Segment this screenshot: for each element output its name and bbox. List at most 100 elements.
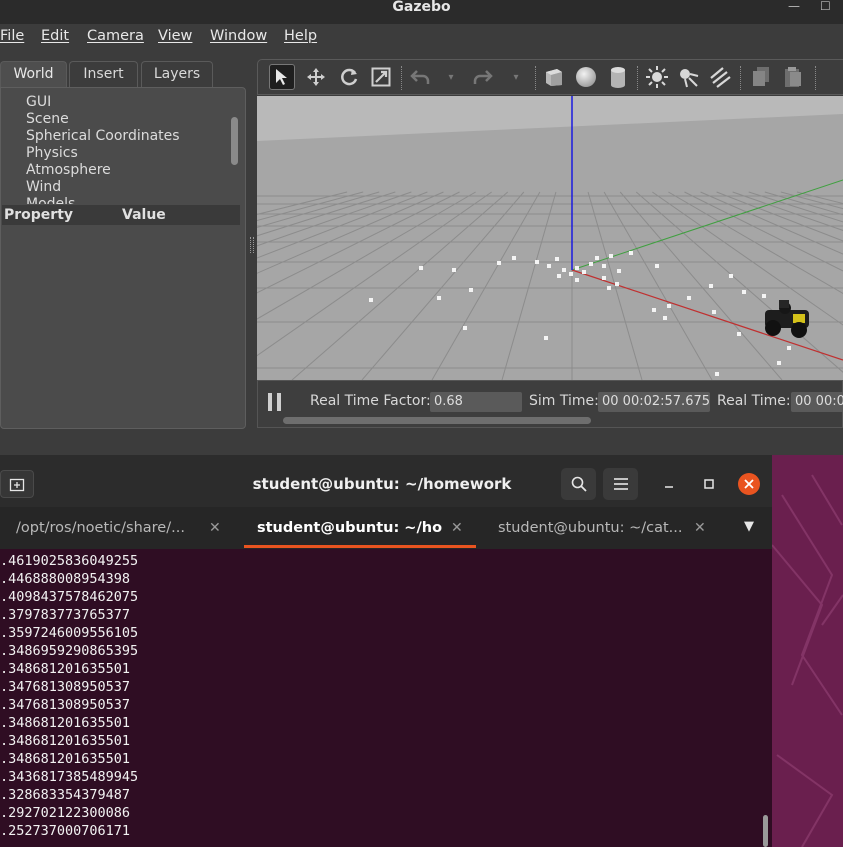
scatter-box <box>602 276 606 280</box>
terminal-scrollbar[interactable] <box>763 815 768 847</box>
terminal-line: .347681308950537 <box>0 697 131 713</box>
redo-icon[interactable] <box>470 64 496 90</box>
hamburger-menu-icon[interactable] <box>603 468 638 500</box>
spot-light-icon[interactable] <box>675 64 701 90</box>
terminal-header: student@ubuntu: ~/homework <box>0 461 772 507</box>
scatter-box <box>452 268 456 272</box>
scatter-box <box>575 278 579 282</box>
undo-icon[interactable] <box>407 64 433 90</box>
minimize-icon[interactable] <box>658 473 680 495</box>
scene-render <box>257 96 843 380</box>
scatter-box <box>437 296 441 300</box>
scatter-box <box>615 282 619 286</box>
minimize-icon[interactable]: — <box>788 0 800 12</box>
scatter-box <box>589 262 593 266</box>
copy-icon[interactable] <box>748 64 774 90</box>
tree-item-scene[interactable]: Scene <box>26 111 69 127</box>
tree-item-gui[interactable]: GUI <box>26 94 51 110</box>
tree-scrollbar[interactable] <box>231 117 238 165</box>
scatter-box <box>547 264 551 268</box>
tabs-dropdown-icon[interactable]: ▼ <box>744 519 754 534</box>
new-tab-icon[interactable] <box>0 470 34 498</box>
undo-history-icon[interactable]: ▾ <box>438 64 464 90</box>
select-arrow-icon[interactable] <box>269 64 295 90</box>
tree-item-wind[interactable]: Wind <box>26 179 61 195</box>
terminal-tab-ros-share[interactable]: /opt/ros/noetic/share/... <box>16 507 196 549</box>
scatter-box <box>557 274 561 278</box>
maximize-icon[interactable]: ☐ <box>820 0 831 12</box>
sim-time-label: Sim Time: <box>529 393 599 409</box>
scatter-box <box>617 269 621 273</box>
terminal-line: .348681201635501 <box>0 715 131 731</box>
close-icon[interactable] <box>738 473 760 495</box>
tab-world[interactable]: World <box>0 61 67 87</box>
scatter-box <box>369 298 373 302</box>
redo-history-icon[interactable]: ▾ <box>503 64 529 90</box>
menu-edit[interactable]: Edit <box>41 28 69 44</box>
menu-help[interactable]: Help <box>284 28 317 44</box>
scatter-box <box>512 256 516 260</box>
scatter-box <box>555 257 559 261</box>
desktop-wallpaper <box>772 455 843 847</box>
tree-item-atmosphere[interactable]: Atmosphere <box>26 162 111 178</box>
real-time-label: Real Time: <box>717 393 791 409</box>
menu-window[interactable]: Window <box>210 28 267 44</box>
pause-icon[interactable] <box>268 393 282 411</box>
rotate-icon[interactable] <box>336 64 362 90</box>
scatter-box <box>715 372 719 376</box>
panel-splitter-handle[interactable] <box>250 237 254 253</box>
terminal-line: .446888008954398 <box>0 571 131 587</box>
translate-icon[interactable] <box>303 64 329 90</box>
tab-insert[interactable]: Insert <box>69 61 138 87</box>
terminal-tab-cat[interactable]: student@ubuntu: ~/cat... <box>498 507 684 549</box>
box-icon[interactable] <box>541 64 567 90</box>
sim-time-value: 00 00:02:57.675 <box>598 392 710 412</box>
scatter-box <box>595 256 599 260</box>
scatter-box <box>582 270 586 274</box>
scale-icon[interactable] <box>368 64 394 90</box>
cylinder-icon[interactable] <box>605 64 631 90</box>
scatter-box <box>709 284 713 288</box>
terminal-line: .4098437578462075 <box>0 589 139 605</box>
tab-layers[interactable]: Layers <box>141 61 213 87</box>
terminal-line: .292702122300086 <box>0 805 131 821</box>
maximize-icon[interactable] <box>698 473 720 495</box>
gazebo-toolbar: ▾ ▾ <box>257 59 843 95</box>
window-title: Gazebo <box>392 0 451 15</box>
tree-item-models[interactable]: Models <box>26 196 75 204</box>
terminal-tab-homework[interactable]: student@ubuntu: ~/ho... <box>257 507 442 549</box>
property-column-header: Property <box>4 207 74 223</box>
close-tab-icon[interactable]: ✕ <box>451 520 463 536</box>
menu-file[interactable]: File <box>0 28 24 44</box>
scene-viewport[interactable] <box>257 96 843 380</box>
toolbar-separator <box>535 66 536 90</box>
scatter-box <box>562 268 566 272</box>
menu-view[interactable]: View <box>158 28 192 44</box>
tree-item-physics[interactable]: Physics <box>26 145 78 161</box>
scatter-box <box>535 260 539 264</box>
terminal-line: .348681201635501 <box>0 733 131 749</box>
terminal-title: student@ubuntu: ~/homework <box>252 475 512 493</box>
horizontal-scrollbar[interactable] <box>283 417 591 424</box>
directional-light-icon[interactable] <box>707 64 733 90</box>
terminal-line: .3436817385489945 <box>0 769 139 785</box>
scatter-box <box>463 326 467 330</box>
sphere-icon[interactable] <box>573 64 599 90</box>
scatter-box <box>787 346 791 350</box>
terminal-window: student@ubuntu: ~/homework /opt/ros/noet… <box>0 461 772 847</box>
paste-icon[interactable] <box>780 64 806 90</box>
close-tab-icon[interactable]: ✕ <box>209 520 221 536</box>
scatter-box <box>737 332 741 336</box>
toolbar-separator <box>740 66 741 90</box>
scatter-box <box>655 264 659 268</box>
search-icon[interactable] <box>561 468 596 500</box>
tree-item-spherical-coordinates[interactable]: Spherical Coordinates <box>26 128 180 144</box>
menu-camera[interactable]: Camera <box>87 28 144 44</box>
scatter-box <box>629 251 633 255</box>
terminal-line: .348681201635501 <box>0 661 131 677</box>
close-tab-icon[interactable]: ✕ <box>694 520 706 536</box>
toolbar-separator <box>637 66 638 90</box>
point-light-icon[interactable] <box>644 64 670 90</box>
terminal-line: .4619025836049255 <box>0 553 139 569</box>
terminal-output[interactable]: .4619025836049255 .446888008954398 .409843… <box>0 552 760 840</box>
